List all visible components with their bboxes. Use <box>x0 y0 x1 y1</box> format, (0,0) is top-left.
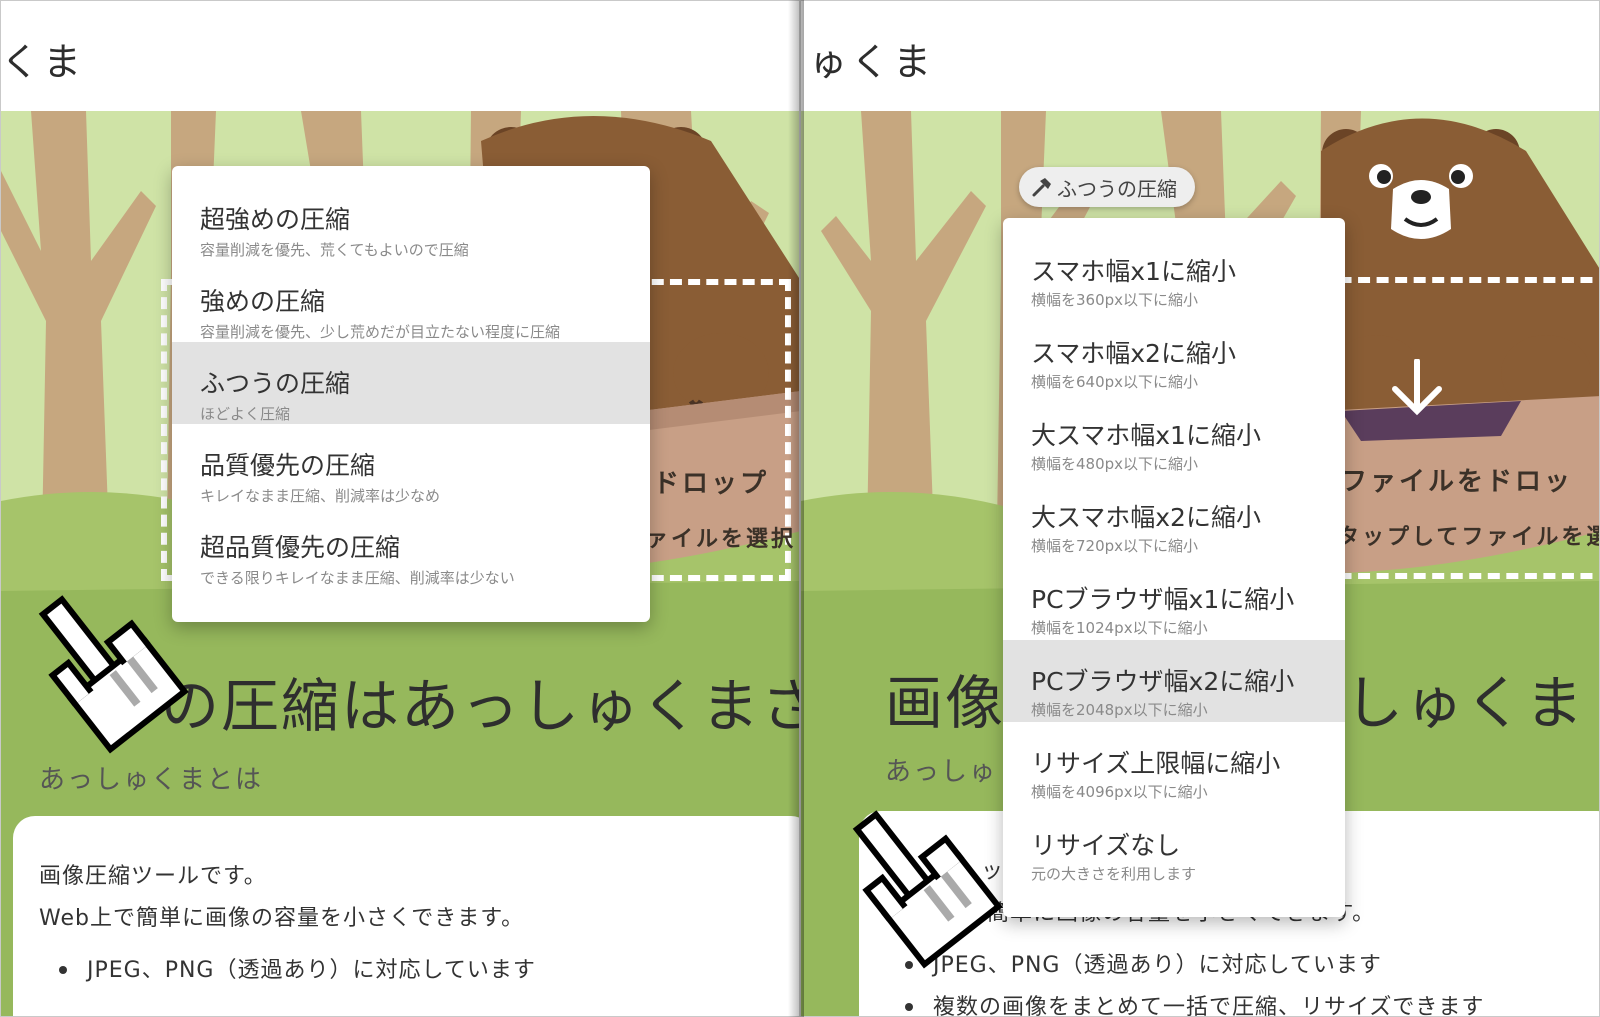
menu-item-desc: ほどよく圧縮 <box>200 405 291 423</box>
app-header: くま <box>1 1 799 111</box>
menu-item-desc: できる限りキレイなまま圧縮、削減率は少ない <box>200 569 515 587</box>
menu-item-desc: 容量削減を優先、荒くてもよいので圧縮 <box>200 241 469 259</box>
menu-item-desc: 横幅を4096px以下に縮小 <box>1031 783 1208 801</box>
menu-item-large-phone-x1[interactable]: 大スマホ幅x1に縮小 横幅を480px以下に縮小 <box>1003 394 1345 476</box>
menu-item-large-phone-x2[interactable]: 大スマホ幅x2に縮小 横幅を720px以下に縮小 <box>1003 476 1345 558</box>
menu-item-desc: 横幅を1024px以下に縮小 <box>1031 619 1208 637</box>
menu-item-title: スマホ幅x1に縮小 <box>1031 257 1236 286</box>
feature-item: JPEG、PNG（透過あり）に対応しています <box>87 958 536 983</box>
compression-chip[interactable]: ふつうの圧縮 <box>1019 167 1195 207</box>
hand-cursor-icon <box>852 810 1003 969</box>
menu-item-title: リサイズ上限幅に縮小 <box>1031 749 1281 778</box>
menu-item-title: スマホ幅x2に縮小 <box>1031 339 1236 368</box>
menu-item-quality[interactable]: 品質優先の圧縮 キレイなまま圧縮、削減率は少なめ <box>172 424 650 506</box>
menu-item-desc: キレイなまま圧縮、削減率は少なめ <box>200 487 441 505</box>
about-line-1: 画像圧縮ツールです。 <box>39 864 267 889</box>
about-card: 画像圧縮ツールです。 Web上で簡単に画像の容量を小さくできます。 JPEG、P… <box>13 816 799 1016</box>
menu-item-desc: 容量削減を優先、少し荒めだが目立たない程度に圧縮 <box>200 323 561 341</box>
chip-label: ふつうの圧縮 <box>1057 176 1177 201</box>
menu-item-phone-x1[interactable]: スマホ幅x1に縮小 横幅を360px以下に縮小 <box>1003 230 1345 312</box>
menu-item-strong[interactable]: 強めの圧縮 容量削減を優先、少し荒めだが目立たない程度に圧縮 <box>172 260 650 342</box>
menu-item-title: 大スマホ幅x2に縮小 <box>1031 503 1261 532</box>
menu-item-desc: 元の大きさを利用します <box>1031 865 1197 883</box>
download-arrow-icon <box>1392 359 1442 416</box>
feature-item-2: 複数の画像をまとめて一括で圧縮、リサイズできます <box>933 995 1485 1017</box>
menu-item-max-width[interactable]: リサイズ上限幅に縮小 横幅を4096px以下に縮小 <box>1003 722 1345 804</box>
menu-item-title: PCブラウザ幅x2に縮小 <box>1031 667 1295 696</box>
right-screenshot-panel: ゅくま ファイルをドロッ タップしてファイルを選 画像 しゅくま あっしゅ ッ … <box>800 0 1600 1017</box>
panel-divider <box>788 0 804 1017</box>
menu-item-title: 強めの圧縮 <box>200 287 326 316</box>
drop-instruction: ドロップ <box>653 469 770 499</box>
menu-item-desc: 横幅を480px以下に縮小 <box>1031 455 1199 473</box>
page-title-start: 画像 <box>885 669 1006 737</box>
menu-item-desc: 横幅を360px以下に縮小 <box>1031 291 1199 309</box>
left-screenshot-panel: くま ドロップ ァイルを選択 の圧縮はあっしゅくまさ あっしゅくまとは 画像圧縮… <box>0 0 800 1017</box>
menu-item-title: 品質優先の圧縮 <box>200 451 376 480</box>
menu-item-title: 超品質優先の圧縮 <box>200 533 401 562</box>
drop-instruction: ファイルをドロッ <box>1341 467 1574 497</box>
menu-item-title: リサイズなし <box>1031 831 1181 860</box>
menu-item-pc-x1[interactable]: PCブラウザ幅x1に縮小 横幅を1024px以下に縮小 <box>1003 558 1345 640</box>
bullet-dot <box>59 966 67 974</box>
menu-item-extra-quality[interactable]: 超品質優先の圧縮 できる限りキレイなまま圧縮、削減率は少ない <box>172 506 650 588</box>
menu-item-title: PCブラウザ幅x1に縮小 <box>1031 585 1295 614</box>
page-title-end: しゅくま <box>1345 669 1586 737</box>
compression-level-menu[interactable]: 超強めの圧縮 容量削減を優先、荒くてもよいので圧縮 強めの圧縮 容量削減を優先、… <box>172 166 650 622</box>
app-logo[interactable]: くま <box>1 31 85 86</box>
menu-item-phone-x2[interactable]: スマホ幅x2に縮小 横幅を640px以下に縮小 <box>1003 312 1345 394</box>
menu-item-extra-strong[interactable]: 超強めの圧縮 容量削減を優先、荒くてもよいので圧縮 <box>172 178 650 260</box>
page-title: の圧縮はあっしゅくまさ <box>161 672 800 740</box>
section-heading: あっしゅ <box>885 757 998 787</box>
bullet-dot <box>905 1003 913 1011</box>
section-heading: あっしゅくまとは <box>39 765 264 795</box>
app-header: ゅくま <box>801 1 1599 111</box>
menu-item-no-resize[interactable]: リサイズなし 元の大きさを利用します <box>1003 804 1345 886</box>
app-logo[interactable]: ゅくま <box>809 31 935 86</box>
menu-item-pc-x2[interactable]: PCブラウザ幅x2に縮小 横幅を2048px以下に縮小 <box>1003 640 1345 722</box>
hammer-icon <box>1032 178 1051 197</box>
menu-item-title: 超強めの圧縮 <box>200 205 351 234</box>
hand-cursor-icon <box>38 595 189 754</box>
menu-item-desc: 横幅を640px以下に縮小 <box>1031 373 1199 391</box>
menu-item-desc: 横幅を720px以下に縮小 <box>1031 537 1199 555</box>
menu-item-desc: 横幅を2048px以下に縮小 <box>1031 701 1208 719</box>
menu-item-normal[interactable]: ふつうの圧縮 ほどよく圧縮 <box>172 342 650 424</box>
menu-item-title: 大スマホ幅x1に縮小 <box>1031 421 1261 450</box>
select-file-link[interactable]: タップしてファイルを選 <box>1337 519 1599 551</box>
select-file-link[interactable]: ァイルを選択 <box>646 521 796 553</box>
about-line-2: Web上で簡単に画像の容量を小さくできます。 <box>39 906 525 931</box>
resize-option-menu[interactable]: スマホ幅x1に縮小 横幅を360px以下に縮小 スマホ幅x2に縮小 横幅を640… <box>1003 218 1345 917</box>
menu-item-title: ふつうの圧縮 <box>200 369 351 398</box>
